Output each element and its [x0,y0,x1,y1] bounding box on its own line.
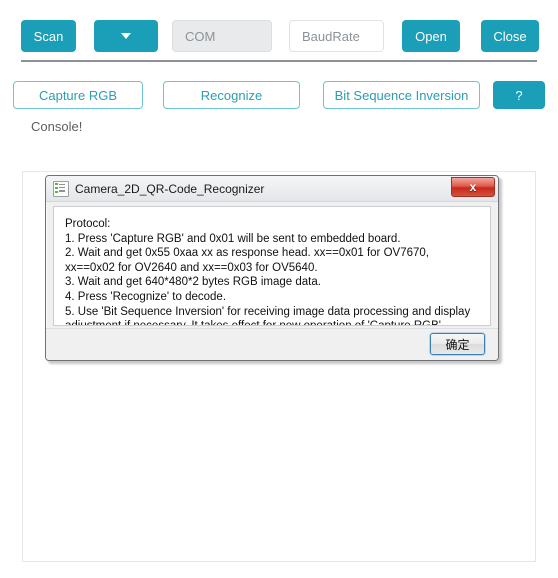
dialog-ok-button[interactable]: 确定 [429,332,486,356]
open-port-button[interactable]: Open [402,20,460,52]
scan-button[interactable]: Scan [21,20,76,52]
dialog-titlebar[interactable]: Camera_2D_QR-Code_Recognizer x [46,176,498,202]
port-dropdown-button[interactable] [94,20,158,52]
chevron-down-icon [121,33,131,39]
close-icon[interactable]: x [451,177,495,197]
dialog-title: Camera_2D_QR-Code_Recognizer [75,181,265,196]
dialog-footer: 确定 [46,328,498,360]
list-document-icon [53,180,69,197]
com-port-input[interactable]: COM [172,20,272,52]
bit-sequence-inversion-button[interactable]: Bit Sequence Inversion [323,81,480,109]
console-label: Console! [31,119,83,134]
toolbar-separator [21,60,537,62]
protocol-dialog: Camera_2D_QR-Code_Recognizer x Protocol:… [45,175,499,361]
connection-toolbar: Scan COM BaudRate Open Close [0,0,558,60]
close-port-button[interactable]: Close [481,20,539,52]
dialog-message-text: Protocol: 1. Press 'Capture RGB' and 0x0… [65,218,471,325]
baudrate-input[interactable]: BaudRate [289,20,384,52]
capture-rgb-button[interactable]: Capture RGB [13,81,143,109]
recognize-button[interactable]: Recognize [163,81,300,109]
dialog-message-area: Protocol: 1. Press 'Capture RGB' and 0x0… [53,206,491,326]
help-button[interactable]: ? [493,81,545,109]
